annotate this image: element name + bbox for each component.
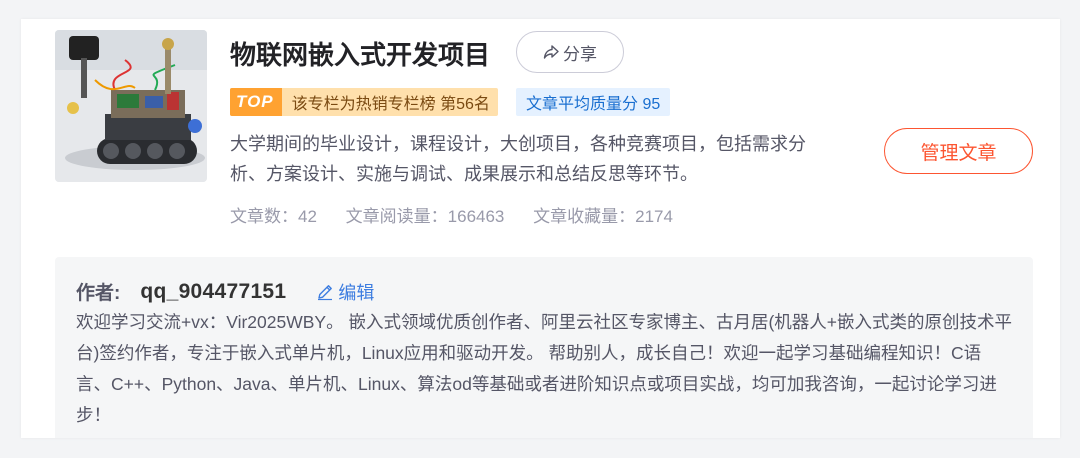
edit-link[interactable]: 编辑 bbox=[316, 279, 374, 305]
manage-articles-button[interactable]: 管理文章 bbox=[884, 128, 1033, 174]
favorite-count: 文章收藏量：2174 bbox=[533, 207, 673, 226]
column-title: 物联网嵌入式开发项目 bbox=[230, 40, 491, 70]
read-count: 文章阅读量：166463 bbox=[345, 207, 505, 226]
quality-score-badge[interactable]: 文章平均质量分 95 bbox=[516, 88, 671, 116]
edit-link-label: 编辑 bbox=[338, 282, 375, 303]
top-tag: TOP bbox=[230, 88, 282, 116]
hot-rank-badge[interactable]: TOP 该专栏为热销专栏榜 第56名 bbox=[230, 88, 498, 116]
author-section: 作者: qq_904477151 编辑 欢迎学习交流+vx：Vir2025WBY… bbox=[55, 257, 1033, 438]
rank-text: 该专栏为热销专栏榜 第56名 bbox=[291, 96, 490, 113]
author-bio: 欢迎学习交流+vx：Vir2025WBY。 嵌入式领域优质创作者、阿里云社区专家… bbox=[76, 312, 1012, 425]
column-stats: 文章数：42 文章阅读量：166463 文章收藏量：2174 bbox=[230, 202, 697, 227]
pencil-icon bbox=[316, 283, 334, 301]
author-label: 作者: bbox=[76, 283, 121, 304]
column-card: 物联网嵌入式开发项目 分享 TOP 该专栏为热销专栏榜 第56名 文章平均质量分… bbox=[21, 19, 1060, 438]
column-cover-image[interactable] bbox=[55, 30, 207, 182]
robot-car-image bbox=[55, 30, 207, 182]
article-count: 文章数：42 bbox=[230, 207, 317, 226]
author-line: 作者: qq_904477151 编辑 bbox=[76, 278, 374, 305]
share-arrow-icon bbox=[543, 44, 559, 60]
author-name[interactable]: qq_904477151 bbox=[140, 280, 286, 304]
share-button[interactable]: 分享 bbox=[516, 31, 624, 73]
share-button-label: 分享 bbox=[563, 44, 597, 64]
column-description: 大学期间的毕业设计，课程设计，大创项目，各种竞赛项目，包括需求分析、方案设计、实… bbox=[230, 134, 806, 184]
